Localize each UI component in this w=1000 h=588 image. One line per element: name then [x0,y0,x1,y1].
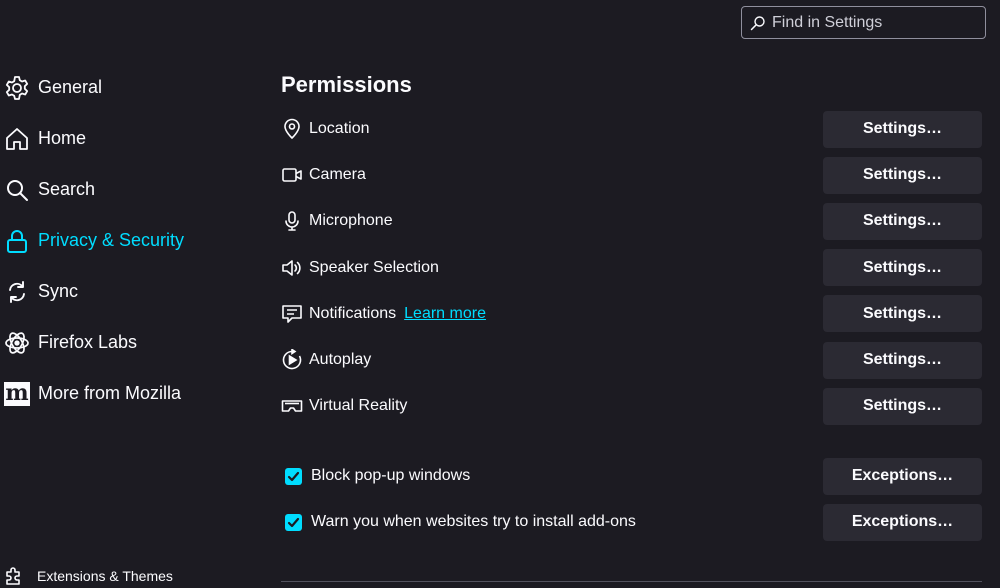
permission-row-speaker-selection: Speaker Selection Settings… [281,245,982,291]
permission-label: Autoplay [309,351,372,369]
sidebar-item-extensions-themes[interactable]: Extensions & Themes [0,566,173,586]
permission-label: Microphone [309,212,393,230]
sidebar-item-search[interactable]: Search [0,164,260,215]
block-popups-checkbox[interactable] [285,467,302,485]
search-input[interactable] [772,13,972,32]
camera-icon [281,163,309,187]
mozilla-m-icon: m [2,379,32,409]
search-field[interactable] [741,6,986,39]
sidebar-item-label: Search [38,179,96,199]
gear-icon [2,73,32,103]
block-popups-row: Block pop-up windows Exceptions… [281,453,982,499]
checkmark-icon [287,471,300,481]
sidebar-item-general[interactable]: General [0,62,260,113]
sidebar-item-sync[interactable]: Sync [0,266,260,317]
sidebar-item-firefox-labs[interactable]: Firefox Labs [0,317,260,368]
permission-label: Virtual Reality [309,397,408,415]
vr-headset-icon [281,394,309,418]
sidebar-item-more-from-mozilla[interactable]: m More from Mozilla [0,368,260,419]
sidebar: General Home Search Privacy & Security S… [0,62,260,419]
permission-label: Speaker Selection [309,258,439,276]
sync-icon [2,277,32,307]
warn-addons-checkbox[interactable] [285,513,302,531]
lock-icon [2,226,32,256]
notification-icon [281,302,309,326]
section-title: Permissions [281,72,412,97]
permission-row-virtual-reality: Virtual Reality Settings… [281,383,982,429]
labs-icon [2,328,32,358]
sidebar-item-label: More from Mozilla [38,383,182,403]
permission-row-location: Location Settings… [281,106,982,152]
sidebar-item-label: Firefox Labs [38,332,138,352]
popup-exceptions-button[interactable]: Exceptions… [823,457,982,495]
home-icon [2,124,32,154]
search-icon [2,175,32,205]
speaker-icon [281,256,309,280]
addons-exceptions-button[interactable]: Exceptions… [823,503,982,541]
sidebar-item-label: Privacy & Security [38,230,185,250]
section-divider [281,581,982,582]
autoplay-icon [281,348,309,372]
vr-settings-button[interactable]: Settings… [823,387,982,425]
learn-more-link[interactable]: Learn more [404,305,486,323]
sidebar-item-label: Home [38,128,87,148]
permission-row-microphone: Microphone Settings… [281,198,982,244]
permission-row-autoplay: Autoplay Settings… [281,337,982,383]
speaker-settings-button[interactable]: Settings… [823,249,982,287]
permission-label: Camera [309,166,366,184]
notifications-settings-button[interactable]: Settings… [823,295,982,333]
mozilla-m-glyph: m [4,379,30,406]
warn-addons-row: Warn you when websites try to install ad… [281,499,982,545]
location-pin-icon [281,117,309,141]
sidebar-item-label: General [38,77,103,97]
permission-label: Notifications [309,304,397,322]
checkmark-icon [287,517,300,527]
search-icon [750,15,765,30]
autoplay-settings-button[interactable]: Settings… [823,341,982,379]
permission-label: Location [309,120,370,138]
microphone-settings-button[interactable]: Settings… [823,202,982,240]
permissions-section: Permissions Location Settings… Camera Se… [281,66,982,545]
sidebar-item-label: Extensions & Themes [37,568,173,584]
sidebar-item-home[interactable]: Home [0,113,260,164]
camera-settings-button[interactable]: Settings… [823,156,982,194]
checkbox-label[interactable]: Block pop-up windows [311,467,470,485]
permission-row-camera: Camera Settings… [281,152,982,198]
sidebar-item-privacy-security[interactable]: Privacy & Security [0,215,260,266]
checkbox-label[interactable]: Warn you when websites try to install ad… [311,513,636,531]
microphone-icon [281,209,309,233]
puzzle-icon [6,567,20,585]
permission-row-notifications: Notifications Learn more Settings… [281,291,982,337]
location-settings-button[interactable]: Settings… [823,110,982,148]
sidebar-item-label: Sync [38,281,79,301]
